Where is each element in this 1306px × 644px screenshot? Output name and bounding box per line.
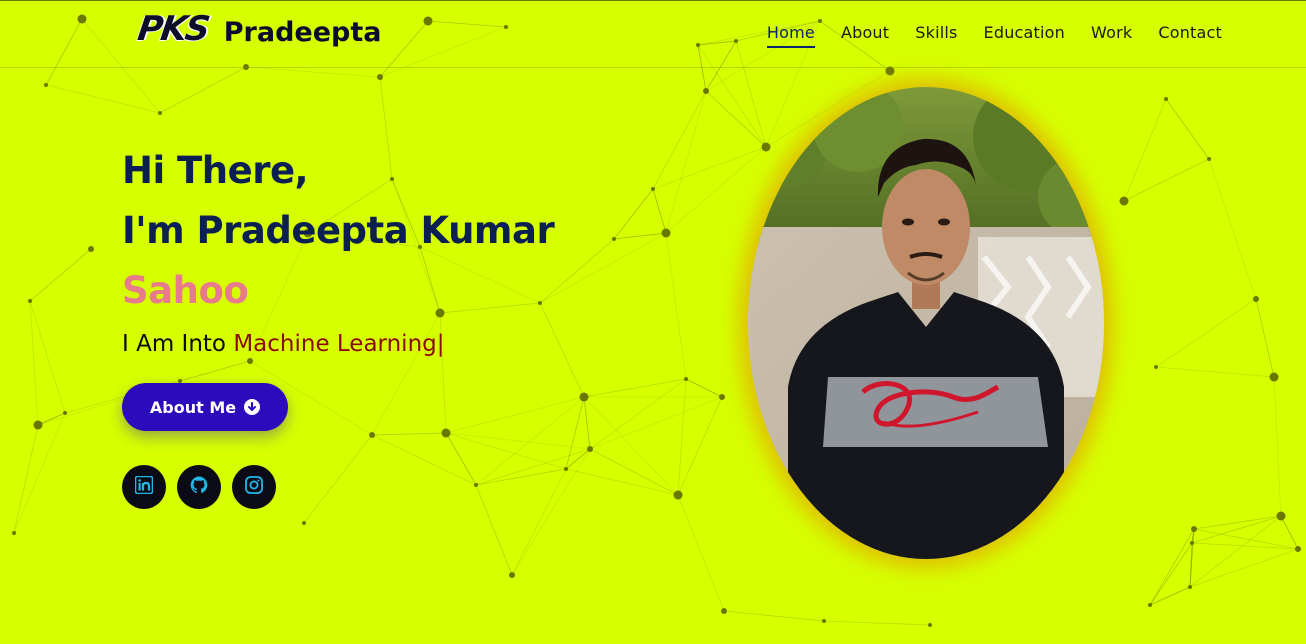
- nav-about[interactable]: About: [841, 23, 889, 48]
- main-nav: Home About Skills Education Work Contact: [766, 23, 1222, 48]
- nav-home[interactable]: Home: [766, 23, 815, 48]
- brand-name: Pradeepta: [223, 16, 382, 48]
- hero-section: Hi There, I'm Pradeepta Kumar Sahoo I Am…: [122, 141, 555, 509]
- nav-skills[interactable]: Skills: [915, 23, 957, 48]
- into-prefix: I Am Into: [122, 331, 226, 357]
- nav-contact[interactable]: Contact: [1158, 23, 1222, 48]
- greeting-heading: Hi There,: [122, 149, 309, 192]
- into-text: I Am Into Machine Learning|: [122, 331, 554, 357]
- arrow-down-circle-icon: [244, 399, 261, 415]
- github-icon: [189, 475, 209, 499]
- nav-work[interactable]: Work: [1091, 23, 1132, 48]
- instagram-icon: [245, 476, 263, 498]
- surname-heading: Sahoo: [122, 269, 249, 312]
- typed-role: Machine Learning|: [233, 331, 445, 357]
- profile-photo: [748, 87, 1104, 559]
- site-header: PKS Pradeepta Home About Skills Educatio…: [0, 1, 1306, 68]
- brand-logo[interactable]: PKS Pradeepta: [135, 9, 382, 49]
- about-me-label: About Me: [149, 397, 237, 417]
- linkedin-icon: [134, 475, 154, 498]
- intro-heading: I'm Pradeepta Kumar: [122, 209, 555, 252]
- instagram-link[interactable]: [232, 465, 276, 509]
- about-me-button[interactable]: About Me: [122, 383, 288, 431]
- linkedin-link[interactable]: [122, 465, 166, 509]
- logo-mark: PKS: [135, 9, 211, 49]
- profile-photo-illustration: [748, 87, 1104, 559]
- nav-education[interactable]: Education: [984, 23, 1065, 48]
- social-links: [122, 465, 554, 509]
- github-link[interactable]: [177, 465, 221, 509]
